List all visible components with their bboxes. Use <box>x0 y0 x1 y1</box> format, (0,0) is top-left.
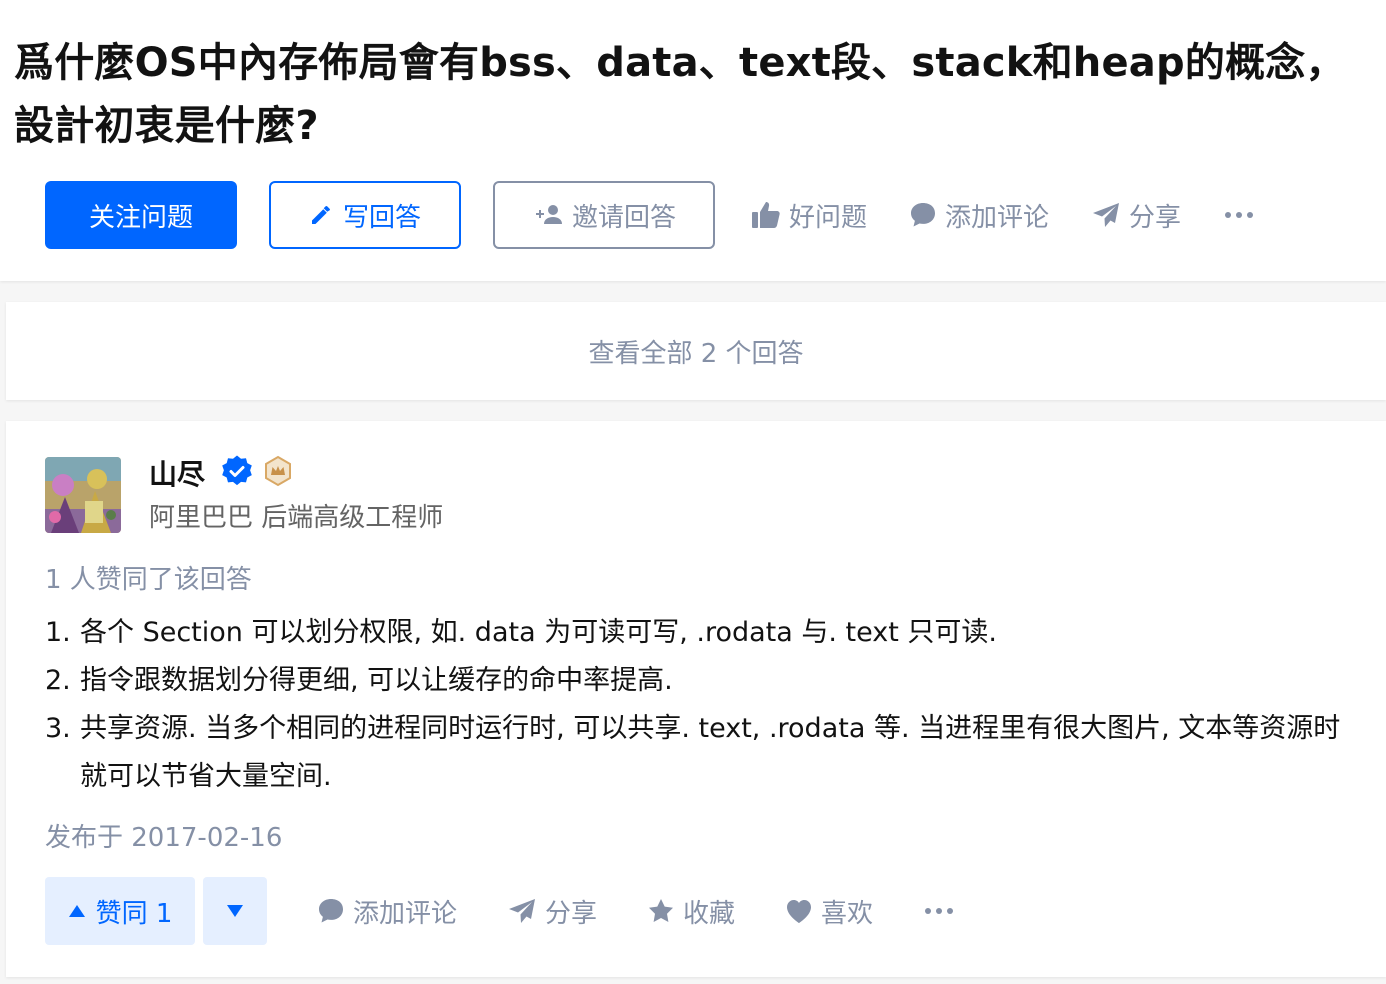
answer-content: 1. 各个 Section 可以划分权限, 如. data 为可读可写, .ro… <box>45 609 1345 801</box>
upvote-label: 赞同 1 <box>95 898 173 929</box>
answer-card: 山尽 阿里巴巴 后端高级工程师 1 人赞同了该回答 1. 各个 Section … <box>6 421 1386 977</box>
good-question-label: 好问题 <box>789 202 868 233</box>
answer-list-item: 3. 共享资源. 当多个相同的进程同时运行时, 可以共享. text, .rod… <box>45 705 1345 801</box>
add-user-icon <box>532 203 564 227</box>
follow-question-label: 关注问题 <box>88 202 193 233</box>
paper-plane-icon <box>1091 201 1121 229</box>
thumbs-up-icon <box>751 201 781 229</box>
answer-list-item: 2. 指令跟数据划分得更细, 可以让缓存的命中率提高. <box>45 657 1345 705</box>
good-question-button[interactable]: 好问题 <box>751 197 867 234</box>
answer-share-button[interactable]: 分享 <box>507 893 597 930</box>
write-answer-button[interactable]: 写回答 <box>269 181 461 249</box>
heart-icon <box>785 898 813 924</box>
list-text: 指令跟数据划分得更细, 可以让缓存的命中率提高. <box>80 665 673 696</box>
list-number: 2. <box>45 665 71 696</box>
question-title: 爲什麼OS中內存佈局會有bss、data、text段、stack和heap的概念… <box>14 40 1346 149</box>
star-icon <box>647 897 675 925</box>
more-dots-icon <box>1225 212 1254 218</box>
upvote-button[interactable]: 赞同 1 <box>45 877 195 945</box>
paper-plane-icon <box>507 897 537 925</box>
avatar[interactable] <box>45 457 121 533</box>
list-text: 共享资源. 当多个相同的进程同时运行时, 可以共享. text, .rodata… <box>80 713 1341 792</box>
more-options-button[interactable] <box>1225 212 1254 218</box>
add-comment-button[interactable]: 添加评论 <box>909 197 1049 234</box>
write-answer-label: 写回答 <box>342 202 421 233</box>
share-question-label: 分享 <box>1129 202 1182 233</box>
answer-list-item: 1. 各个 Section 可以划分权限, 如. data 为可读可写, .ro… <box>45 609 1345 657</box>
comment-bubble-icon <box>317 897 345 925</box>
question-actions: 关注问题 写回答 邀请回答 好问题 添加评论 分享 <box>45 181 1254 249</box>
publish-date[interactable]: 发布于 2017-02-16 <box>45 817 282 854</box>
list-text: 各个 Section 可以划分权限, 如. data 为可读可写, .rodat… <box>80 617 997 648</box>
invite-answer-label: 邀请回答 <box>571 202 676 233</box>
invite-answer-button[interactable]: 邀请回答 <box>493 181 715 249</box>
view-all-answers-button[interactable]: 查看全部 2 个回答 <box>6 302 1386 400</box>
crown-badge-icon <box>262 455 294 487</box>
collect-label: 收藏 <box>683 898 736 929</box>
follow-question-button[interactable]: 关注问题 <box>45 181 237 249</box>
like-label: 喜欢 <box>821 898 874 929</box>
verified-badge-icon <box>220 454 254 488</box>
answer-actions: 赞同 1 添加评论 分享 收藏 喜欢 <box>45 877 954 945</box>
triangle-up-icon <box>68 904 86 918</box>
answer-comment-button[interactable]: 添加评论 <box>317 893 457 930</box>
answer-comment-label: 添加评论 <box>353 898 458 929</box>
collect-button[interactable]: 收藏 <box>647 893 735 930</box>
answer-more-button[interactable] <box>925 908 954 914</box>
downvote-button[interactable] <box>203 877 267 945</box>
author-name[interactable]: 山尽 <box>149 453 205 493</box>
view-all-answers-label: 查看全部 2 个回答 <box>588 338 804 369</box>
like-button[interactable]: 喜欢 <box>785 893 873 930</box>
add-comment-label: 添加评论 <box>945 202 1050 233</box>
triangle-down-icon <box>226 904 244 918</box>
question-header: 爲什麼OS中內存佈局會有bss、data、text段、stack和heap的概念… <box>0 0 1386 281</box>
pencil-icon <box>309 203 333 227</box>
answer-share-label: 分享 <box>545 898 598 929</box>
more-dots-icon <box>925 908 954 914</box>
list-number: 1. <box>45 617 71 648</box>
comment-bubble-icon <box>909 201 937 229</box>
share-question-button[interactable]: 分享 <box>1091 197 1181 234</box>
list-number: 3. <box>45 713 71 744</box>
author-headline: 阿里巴巴 后端高级工程师 <box>149 503 444 533</box>
vote-summary[interactable]: 1 人赞同了该回答 <box>45 559 252 596</box>
